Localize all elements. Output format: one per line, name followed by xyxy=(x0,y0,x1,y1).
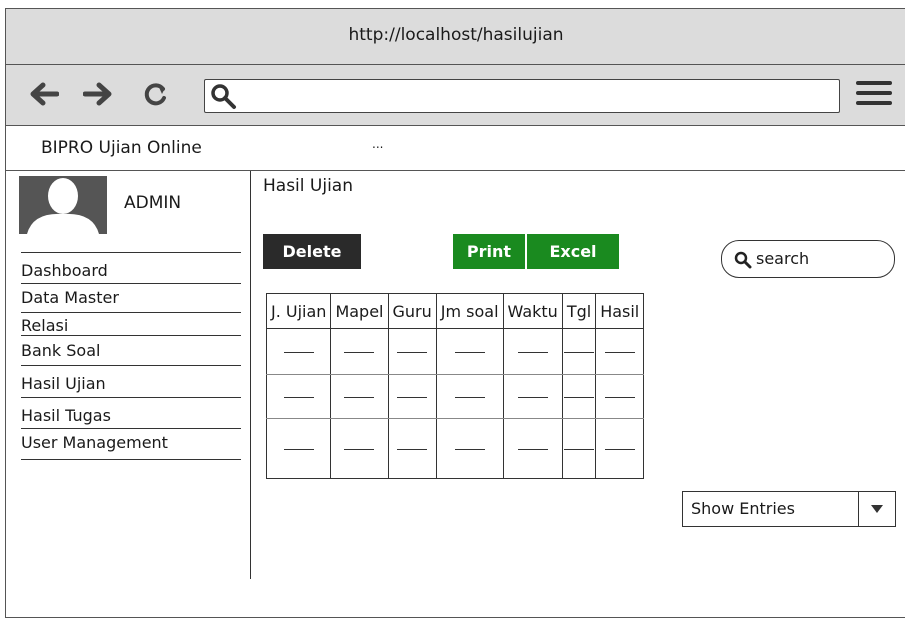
back-arrow-icon[interactable] xyxy=(26,77,62,111)
table-cell xyxy=(561,328,597,375)
column-header[interactable]: Jm soal xyxy=(435,293,504,329)
hamburger-menu-icon[interactable] xyxy=(856,81,892,109)
table-cell xyxy=(265,418,332,479)
sidebar-item-data-master[interactable]: Data Master xyxy=(21,284,241,313)
results-table: J. Ujian Mapel Guru Jm soal Waktu Tgl Ha… xyxy=(265,293,645,479)
table-cell xyxy=(595,374,645,419)
sidebar-item-label: Dashboard xyxy=(21,261,108,280)
print-button[interactable]: Print xyxy=(453,234,525,269)
table-cell xyxy=(265,374,332,419)
table-cell xyxy=(387,328,437,375)
reload-icon[interactable] xyxy=(138,77,174,111)
sidebar-item-label: Data Master xyxy=(21,288,119,307)
table-cell xyxy=(595,418,645,479)
table-cell xyxy=(502,328,563,375)
sidebar-item-label: Relasi xyxy=(21,316,69,335)
column-header[interactable]: J. Ujian xyxy=(265,293,332,329)
sidebar-item-label: Hasil Ujian xyxy=(21,374,106,393)
sidebar-item-label: User Management xyxy=(21,433,168,452)
forward-arrow-icon[interactable] xyxy=(80,77,116,111)
sidebar-menu: Dashboard Data Master Relasi Bank Soal H… xyxy=(21,252,241,460)
sidebar-item-hasil-ujian[interactable]: Hasil Ujian xyxy=(21,366,241,398)
table-cell xyxy=(502,418,563,479)
app-header: BIPRO Ujian Online ... xyxy=(6,126,905,171)
table-cell xyxy=(435,328,504,375)
sidebar-item-label: Hasil Tugas xyxy=(21,406,111,425)
table-row[interactable] xyxy=(265,418,645,479)
table-cell xyxy=(502,374,563,419)
excel-button[interactable]: Excel xyxy=(527,234,619,269)
sidebar-item-label: Bank Soal xyxy=(21,341,101,360)
column-header[interactable]: Mapel xyxy=(330,293,389,329)
table-row[interactable] xyxy=(265,374,645,419)
sidebar-item-hasil-tugas[interactable]: Hasil Tugas xyxy=(21,398,241,429)
address-bar[interactable] xyxy=(204,79,840,113)
table-row[interactable] xyxy=(265,328,645,375)
table-cell xyxy=(330,418,389,479)
chevron-down-icon[interactable] xyxy=(858,492,895,526)
browser-titlebar: http://localhost/hasilujian xyxy=(6,9,905,65)
browser-window: http://localhost/hasilujian BIPRO Ujian … xyxy=(5,8,905,618)
table-cell xyxy=(387,374,437,419)
table-cell xyxy=(330,374,389,419)
column-header[interactable]: Guru xyxy=(387,293,437,329)
user-name: ADMIN xyxy=(124,193,182,213)
column-header[interactable]: Hasil xyxy=(595,293,645,329)
table-cell xyxy=(435,374,504,419)
sidebar-item-relasi[interactable]: Relasi xyxy=(21,313,241,336)
search-icon xyxy=(209,82,237,114)
app-name[interactable]: BIPRO Ujian Online xyxy=(41,138,202,158)
search-input[interactable]: search xyxy=(721,240,895,278)
table-header-row: J. Ujian Mapel Guru Jm soal Waktu Tgl Ha… xyxy=(265,293,645,329)
delete-button[interactable]: Delete xyxy=(263,234,361,269)
sidebar: ADMIN Dashboard Data Master Relasi Bank … xyxy=(6,171,251,579)
table-cell xyxy=(595,328,645,375)
table-cell xyxy=(330,328,389,375)
show-entries-select[interactable]: Show Entries xyxy=(682,491,896,527)
user-silhouette-icon xyxy=(19,176,107,234)
search-icon xyxy=(734,251,752,273)
show-entries-label: Show Entries xyxy=(691,499,795,518)
sidebar-item-bank-soal[interactable]: Bank Soal xyxy=(21,336,241,366)
window-title-url: http://localhost/hasilujian xyxy=(348,25,564,45)
table-cell xyxy=(561,374,597,419)
browser-navbar xyxy=(6,65,905,126)
avatar xyxy=(19,176,107,234)
column-header[interactable]: Tgl xyxy=(561,293,597,329)
table-cell xyxy=(435,418,504,479)
page-title: Hasil Ujian xyxy=(263,176,353,196)
table-cell xyxy=(387,418,437,479)
sidebar-item-dashboard[interactable]: Dashboard xyxy=(21,252,241,284)
table-cell xyxy=(265,328,332,375)
app-header-more[interactable]: ... xyxy=(372,137,383,151)
search-placeholder: search xyxy=(756,249,810,268)
table-cell xyxy=(561,418,597,479)
sidebar-item-user-management[interactable]: User Management xyxy=(21,429,241,460)
column-header[interactable]: Waktu xyxy=(502,293,563,329)
